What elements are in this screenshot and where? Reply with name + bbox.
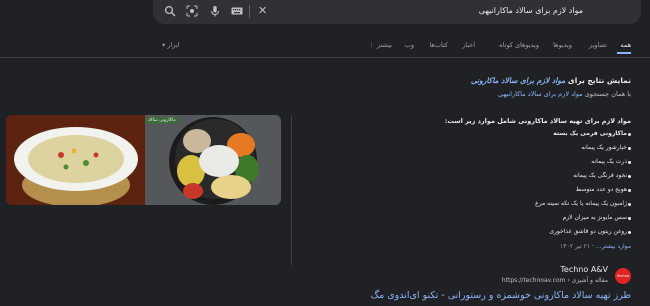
salad-bowl-illustration [145,115,281,205]
image-badge: ماکارونی سالاد [146,117,178,124]
tab-books[interactable]: کتاب‌ها [429,41,448,49]
close-icon[interactable]: ✕ [258,4,267,17]
bullet [628,147,631,150]
tab-news[interactable]: اخبار [462,41,475,49]
corrected-query-link[interactable]: مواد لازم برای سالاد ماکارونی [471,76,565,85]
tab-short-videos[interactable]: ویدیوهای کوتاه [499,41,539,49]
keyboard-icon[interactable] [231,5,243,17]
tab-more[interactable]: بیشتر ⋮ [368,41,392,49]
bullet [628,161,631,164]
result-title-link[interactable]: طرز تهیه سالاد ماکارونی خوشمزه و رستوران… [371,290,631,301]
search-instead-for: با همان جستجوی مواد لازم برای سالاد ماکا… [498,90,631,98]
active-tab-indicator [617,52,631,54]
search-icon[interactable] [164,5,176,17]
bullet [628,189,631,192]
showing-results-for: نمایش نتایج برای مواد لازم برای سالاد ما… [471,76,631,85]
lens-icon[interactable] [186,5,198,17]
tools-label: ابزار [167,41,180,49]
header-divider [0,57,650,58]
tab-all[interactable]: همه [620,41,631,49]
tab-web[interactable]: وب [405,41,414,49]
list-item: خیارشور یک پیمانه [581,144,627,151]
snippet-date: ۲۱ تیر ۱۴۰۲ [560,243,591,250]
bullet [628,133,631,136]
more-items: موارد بیشتر... · ۲۱ تیر ۱۴۰۲ [560,243,631,250]
tab-more-label: بیشتر [376,41,392,49]
salad-plate-image[interactable] [6,115,145,205]
showing-results-prefix: نمایش نتایج برای [565,76,631,85]
search-divider [249,5,250,18]
bullet [628,175,631,178]
tab-images[interactable]: تصاویر [589,41,607,49]
list-item: نخود فرنگی یک پیمانه [573,172,627,179]
bullet [628,203,631,206]
bullet [628,231,631,234]
site-name[interactable]: Techno A&V [560,265,608,274]
site-favicon: Techno [615,268,631,284]
search-bar[interactable]: مواد لازم برای سالاد ماکارانیهی ✕ [153,0,641,24]
list-item: روغن زیتون دو قاشق غذاخوری [549,228,627,235]
list-item: ژامبون یک پیمانه یا یک تکه سینه مرغ [535,200,627,207]
original-query-link[interactable]: مواد لازم برای سالاد ماکارانیهی [498,90,583,98]
tab-videos[interactable]: ویدیوها [553,41,572,49]
more-dots-icon: ⋮ [368,41,375,49]
search-instead-prefix: با همان جستجوی [582,90,631,98]
list-item: سس مایونز به میزان لازم [562,214,627,221]
favicon-text: Techno [616,274,630,278]
tools-button[interactable]: ابزار ▾ [162,41,180,49]
site-url[interactable]: https://technoav.com › مقاله و آشپزی [502,277,608,284]
salad-bowl-image[interactable]: ماکارونی سالاد [145,115,281,205]
search-input[interactable]: مواد لازم برای سالاد ماکارانیهی [479,6,583,15]
list-item: ذرت یک پیمانه [591,158,627,165]
bullet [628,217,631,220]
more-items-link[interactable]: موارد بیشتر... [596,243,631,250]
list-item: ماکارونی فرمی یک بسته [553,130,627,137]
mic-icon[interactable] [209,5,221,17]
chevron-down-icon: ▾ [162,41,166,49]
salad-plate-illustration [6,115,145,205]
snippet-title: مواد لازم برای تهیه سالاد ماکارونی شامل … [444,117,631,125]
snippet-divider [291,115,292,265]
list-item: هویج دو عدد متوسط [575,186,627,193]
